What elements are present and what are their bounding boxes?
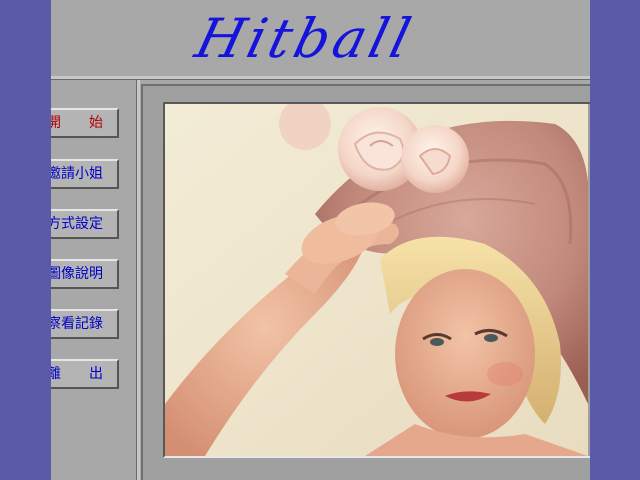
settings-button[interactable]: 方式設定 [51,209,119,239]
portrait-woman-pink-hat-rose-icon [165,104,588,456]
main-menu: 開 始 邀請小姐 方式設定 圖像說明 察看記錄 離 出 [51,80,137,480]
image-info-button[interactable]: 圖像說明 [51,259,119,289]
invite-girl-button[interactable]: 邀請小姐 [51,159,119,189]
game-window: Hitball 開 始 邀請小姐 方式設定 圖像說明 察看記錄 離 出 [51,0,590,480]
photo-frame [141,84,590,480]
header-bar: Hitball [51,0,590,79]
start-button[interactable]: 開 始 [51,108,119,138]
view-records-button[interactable]: 察看記錄 [51,309,119,339]
game-logo: Hitball [189,7,421,70]
portrait-photo [163,102,590,458]
exit-button[interactable]: 離 出 [51,359,119,389]
panel-divider [137,80,140,480]
